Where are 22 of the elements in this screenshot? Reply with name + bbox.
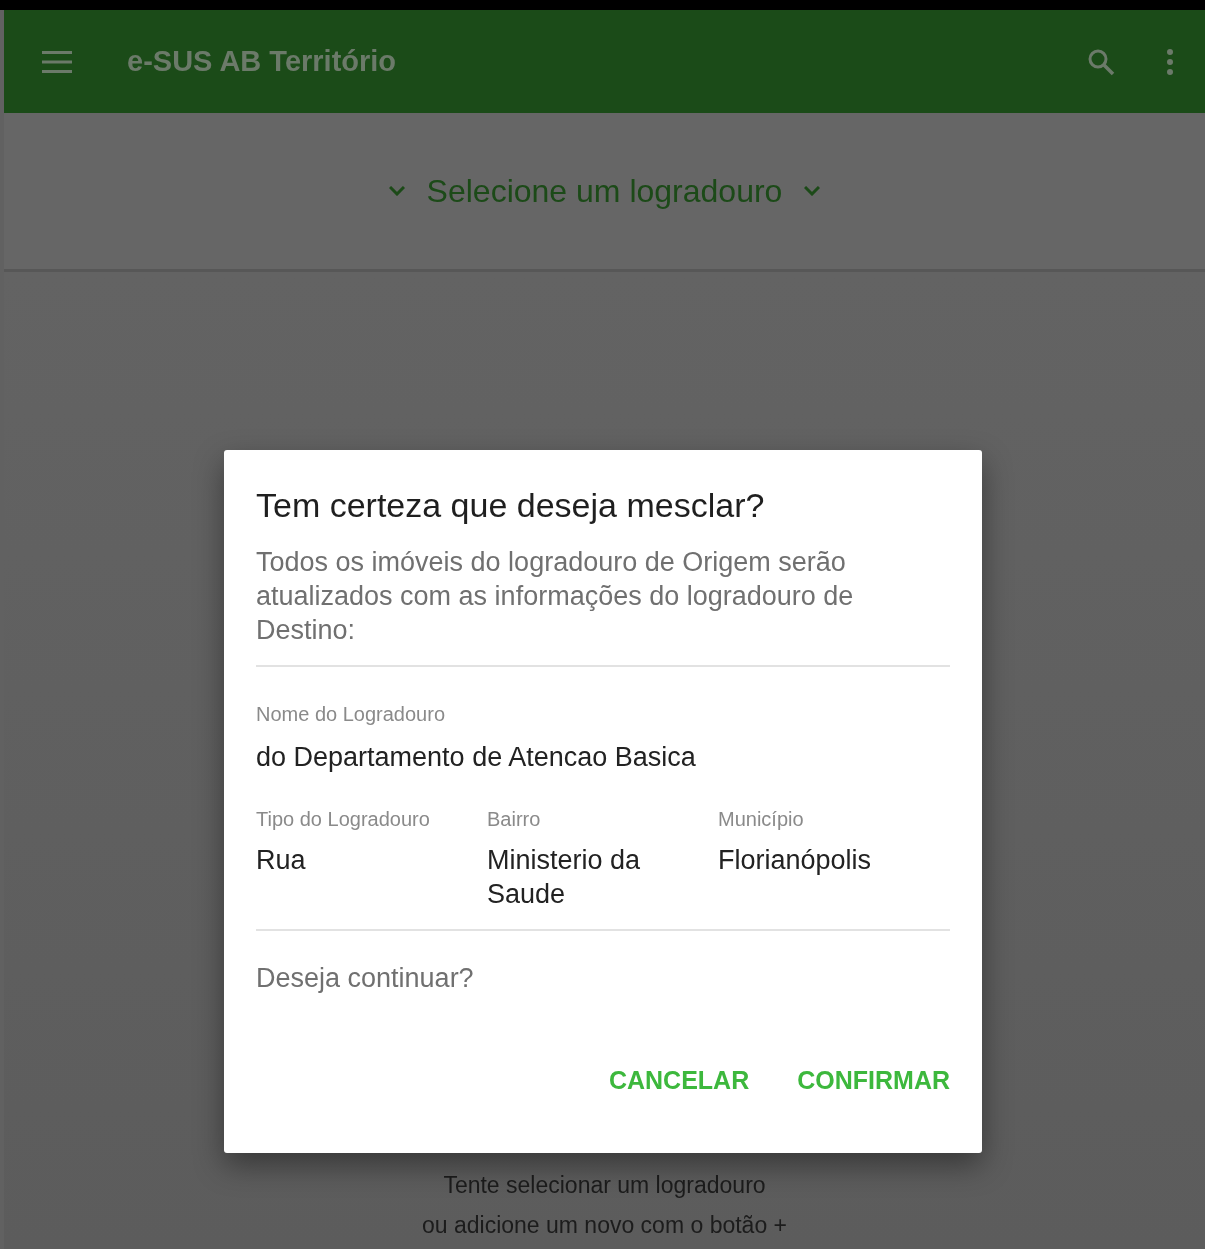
dialog-question: Deseja continuar?	[256, 963, 475, 994]
empty-state-text: ou adicione um novo com o botão +	[421, 1211, 787, 1240]
field-value: Florianópolis	[718, 844, 873, 877]
more-options-icon[interactable]	[1167, 48, 1173, 75]
menu-icon[interactable]	[42, 50, 72, 73]
dialog-action-button[interactable]: CONFIRMAR	[797, 1066, 950, 1095]
app-title: e-SUS AB Território	[127, 45, 397, 78]
dialog-message: Todos os imóveis do logradouro de Origem serão atualizados com as informações do logradouro de Destino:	[256, 546, 855, 647]
field-value: Ministerio da Saude	[487, 844, 642, 911]
field-label: Nome do Logradouro	[256, 703, 446, 726]
empty-state-text: Tente selecionar um logradouro	[443, 1171, 766, 1200]
chevron-down-icon	[388, 186, 405, 196]
field-value: Rua	[256, 844, 307, 877]
field-label: Bairro	[487, 808, 542, 831]
chevron-down-icon	[804, 186, 821, 196]
field-label: Município	[718, 808, 805, 831]
dialog-action-button[interactable]: CANCELAR	[608, 1066, 750, 1095]
field-value: do Departamento de Atencao Basica	[256, 741, 697, 774]
dialog-title: Tem certeza que deseja mesclar?	[256, 486, 766, 525]
search-icon[interactable]	[1087, 47, 1115, 76]
street-selector[interactable]: Selecione um logradouro	[388, 172, 821, 210]
field-label: Tipo do Logradouro	[256, 808, 431, 831]
